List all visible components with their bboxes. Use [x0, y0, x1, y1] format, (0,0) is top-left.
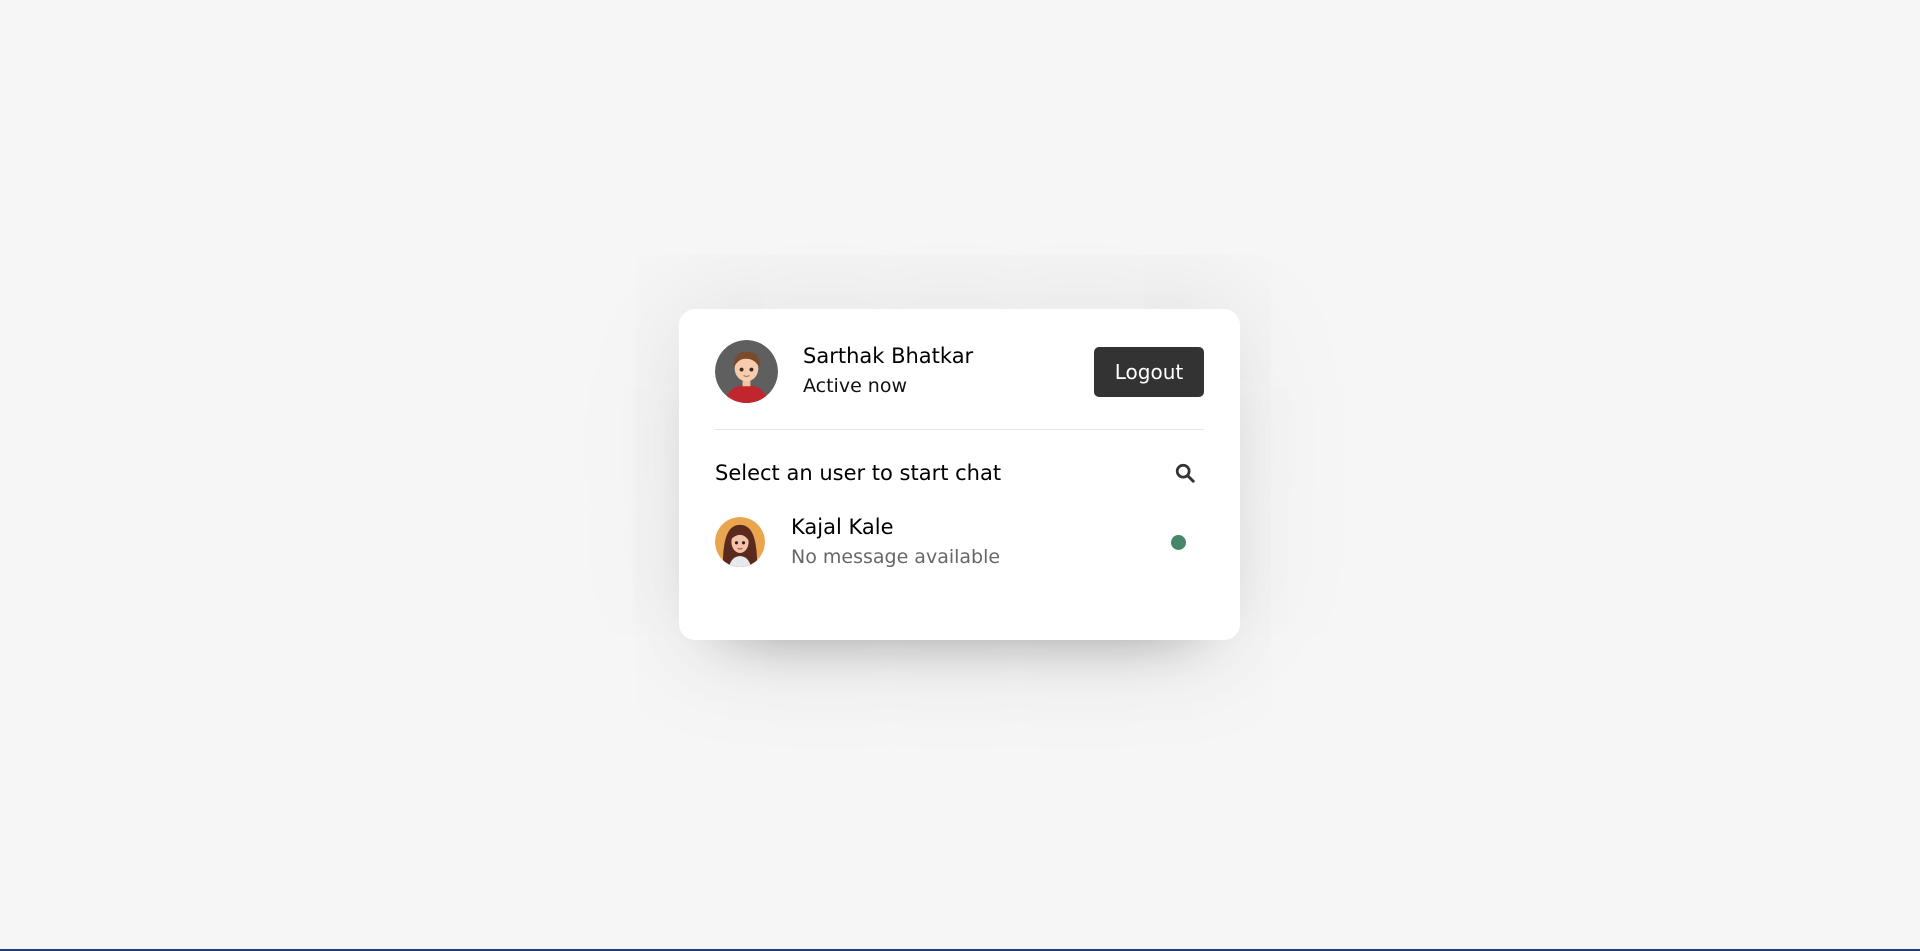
- page: Sarthak Bhatkar Active now Logout Select…: [0, 0, 1920, 951]
- boy-avatar-icon: [715, 339, 778, 403]
- search-bar: Select an user to start chat: [715, 458, 1204, 488]
- profile-details: Sarthak Bhatkar Active now: [803, 341, 973, 401]
- user-last-message: No message available: [791, 546, 1001, 568]
- profile-status: Active now: [803, 375, 908, 397]
- user-name: Kajal Kale: [791, 515, 894, 539]
- profile-name: Sarthak Bhatkar: [803, 344, 974, 368]
- user-avatar: [715, 517, 765, 567]
- profile-info: Sarthak Bhatkar Active now: [715, 339, 973, 403]
- logout-button[interactable]: Logout: [1094, 347, 1204, 397]
- profile-header: Sarthak Bhatkar Active now Logout: [715, 339, 1204, 430]
- profile-avatar: [715, 339, 778, 403]
- user-info: Kajal Kale No message available: [715, 512, 1000, 572]
- search-button[interactable]: [1160, 458, 1210, 488]
- search-icon: [1175, 463, 1195, 483]
- online-status-dot: [1171, 534, 1186, 550]
- user-details: Kajal Kale No message available: [791, 512, 1000, 572]
- search-prompt: Select an user to start chat: [715, 461, 1002, 485]
- users-panel: Sarthak Bhatkar Active now Logout Select…: [679, 309, 1240, 640]
- girl-avatar-icon: [715, 517, 765, 567]
- user-list-item[interactable]: Kajal Kale No message available: [715, 514, 1204, 570]
- users-list: Kajal Kale No message available: [715, 514, 1204, 570]
